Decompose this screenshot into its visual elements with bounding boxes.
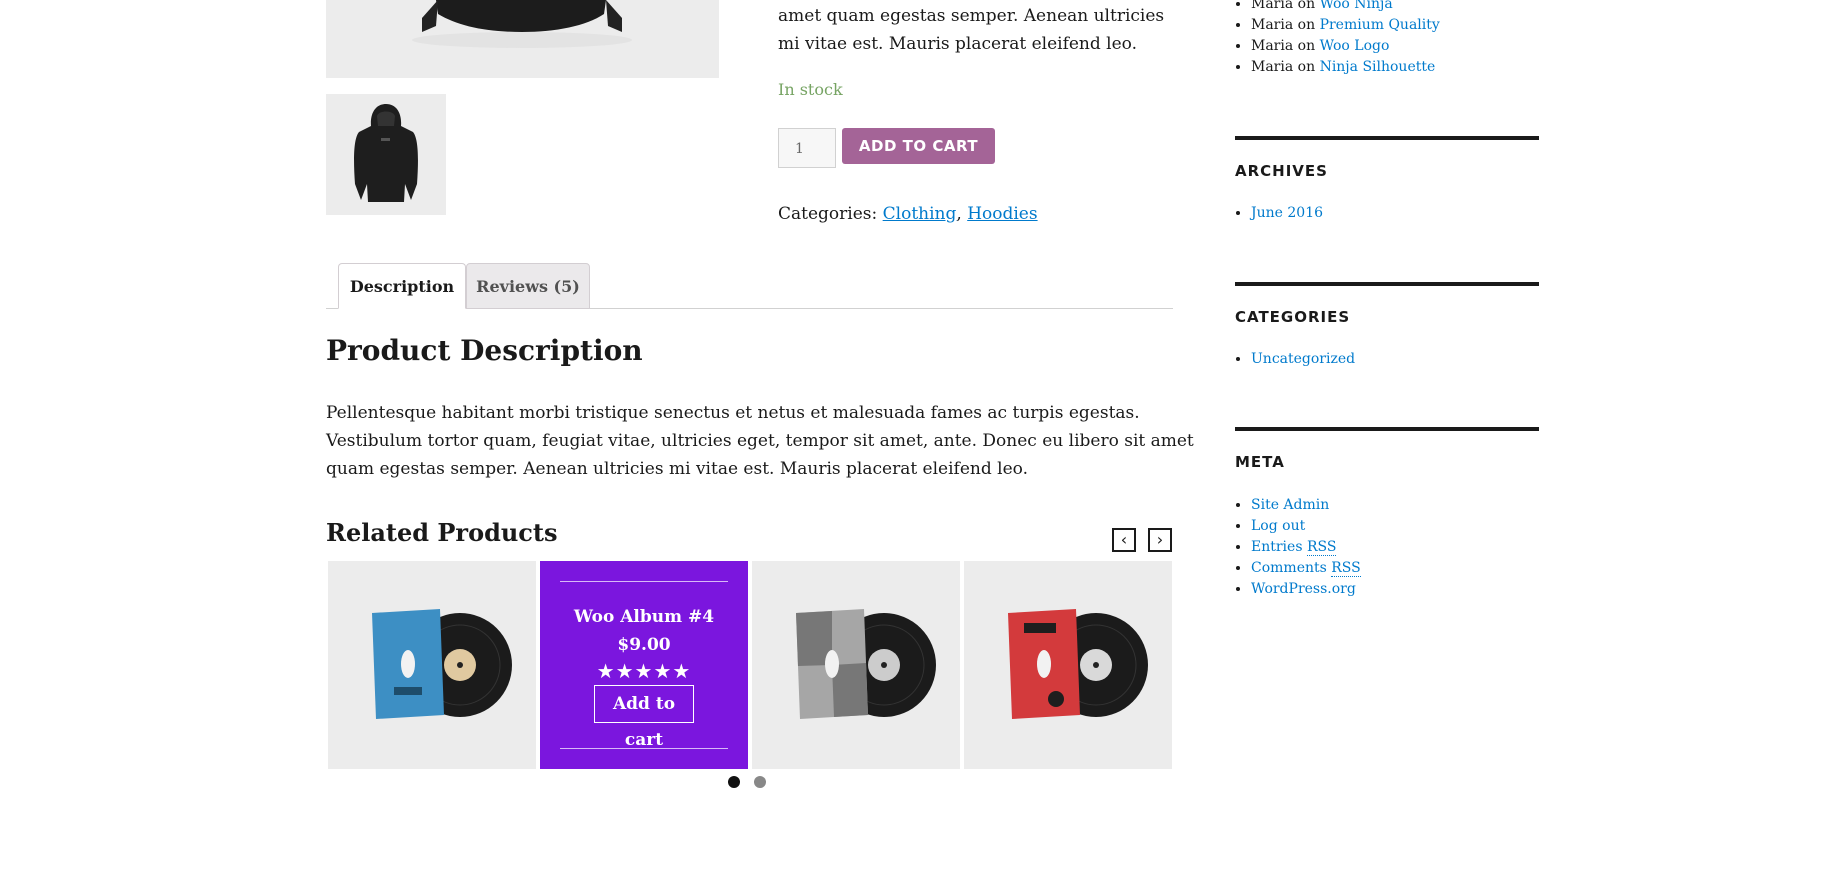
product-main-image[interactable]	[326, 0, 719, 78]
recent-comments-list: Maria on Woo Ninja Maria on Premium Qual…	[1235, 0, 1440, 78]
log-out-link[interactable]: Log out	[1251, 518, 1305, 534]
add-to-cart-button[interactable]: ADD TO CART	[842, 128, 995, 164]
related-product-card[interactable]	[964, 561, 1172, 769]
comment-on: on	[1297, 38, 1316, 54]
comment-author: Maria	[1251, 38, 1294, 54]
categories-label: Categories:	[778, 204, 878, 224]
recent-comment: Maria on Woo Logo	[1251, 36, 1440, 57]
tab-reviews[interactable]: Reviews (5)	[466, 263, 590, 309]
add-to-cart-link[interactable]: Add to cart	[594, 685, 694, 750]
stock-status: In stock	[778, 80, 843, 99]
site-admin-link[interactable]: Site Admin	[1251, 497, 1329, 513]
chevron-left-icon: ‹	[1120, 530, 1128, 549]
widget-divider	[1235, 427, 1539, 431]
category-link-hoodies[interactable]: Hoodies	[967, 204, 1037, 224]
related-product-card-hover[interactable]: Woo Album #4 $9.00 ★★★★★ Add to cart	[540, 561, 748, 769]
album-cover-image	[1008, 609, 1148, 719]
carousel-dot[interactable]	[754, 776, 766, 788]
comment-author: Maria	[1251, 59, 1294, 75]
comment-on: on	[1297, 17, 1316, 33]
carousel-dot-active[interactable]	[728, 776, 740, 788]
product-name[interactable]: Woo Album #4	[540, 607, 748, 627]
card-bottom-rule	[560, 748, 728, 749]
product-categories: Categories: Clothing, Hoodies	[778, 204, 1038, 224]
meta-item: Site Admin	[1251, 495, 1361, 516]
comment-on: on	[1297, 59, 1316, 75]
card-top-rule	[560, 581, 728, 582]
comment-post-link[interactable]: Woo Logo	[1320, 38, 1390, 54]
carousel-next-button[interactable]: ›	[1148, 528, 1172, 552]
hoodie-image	[412, 0, 632, 48]
meta-list: Site Admin Log out Entries RSS Comments …	[1235, 495, 1361, 600]
category-link-clothing[interactable]: Clothing	[883, 204, 957, 224]
recent-comment: Maria on Ninja Silhouette	[1251, 57, 1440, 78]
carousel-prev-button[interactable]: ‹	[1112, 528, 1136, 552]
entries-rss-link[interactable]: Entries RSS	[1251, 539, 1337, 556]
album-cover-image	[372, 609, 512, 719]
categories-heading: CATEGORIES	[1235, 308, 1351, 326]
album-cover-image	[796, 609, 936, 719]
archive-item: June 2016	[1251, 203, 1323, 224]
description-heading: Product Description	[326, 334, 643, 367]
meta-heading: META	[1235, 453, 1285, 471]
comment-author: Maria	[1251, 17, 1294, 33]
description-body: Pellentesque habitant morbi tristique se…	[326, 403, 1194, 479]
comment-post-link[interactable]: Ninja Silhouette	[1320, 59, 1436, 75]
archives-list: June 2016	[1235, 203, 1323, 224]
archives-heading: ARCHIVES	[1235, 162, 1328, 180]
star-rating: ★★★★★	[596, 659, 692, 683]
tab-description[interactable]: Description	[338, 263, 466, 309]
comments-rss-link[interactable]: Comments RSS	[1251, 560, 1361, 577]
category-item: Uncategorized	[1251, 349, 1355, 370]
meta-item: Entries RSS	[1251, 537, 1361, 558]
comment-author: Maria	[1251, 0, 1294, 12]
meta-item: Comments RSS	[1251, 558, 1361, 579]
widget-divider	[1235, 282, 1539, 286]
wordpress-org-link[interactable]: WordPress.org	[1251, 581, 1356, 597]
comment-post-link[interactable]: Premium Quality	[1320, 17, 1440, 33]
hoodie-thumbnail-image	[354, 104, 418, 202]
product-short-description: amet quam egestas semper. Aenean ultrici…	[778, 6, 1165, 54]
comment-on: on	[1297, 0, 1316, 12]
rss-abbr: RSS	[1306, 539, 1337, 556]
related-products-heading: Related Products	[326, 518, 558, 547]
meta-item: Log out	[1251, 516, 1361, 537]
quantity-input[interactable]: 1	[778, 128, 836, 168]
product-price: $9.00	[617, 635, 671, 655]
rss-abbr: RSS	[1331, 560, 1361, 577]
meta-item: WordPress.org	[1251, 579, 1361, 600]
category-link[interactable]: Uncategorized	[1251, 351, 1355, 367]
comment-post-link[interactable]: Woo Ninja	[1320, 0, 1393, 12]
related-product-card[interactable]	[752, 561, 960, 769]
related-product-card[interactable]	[328, 561, 536, 769]
categories-separator: ,	[956, 204, 962, 224]
comments-label: Comments	[1251, 560, 1327, 576]
entries-label: Entries	[1251, 539, 1303, 555]
recent-comment: Maria on Woo Ninja	[1251, 0, 1440, 15]
categories-list: Uncategorized	[1235, 349, 1355, 370]
archive-link[interactable]: June 2016	[1251, 205, 1323, 221]
chevron-right-icon: ›	[1156, 530, 1164, 549]
recent-comment: Maria on Premium Quality	[1251, 15, 1440, 36]
product-thumbnail[interactable]	[326, 94, 446, 215]
widget-divider	[1235, 136, 1539, 140]
